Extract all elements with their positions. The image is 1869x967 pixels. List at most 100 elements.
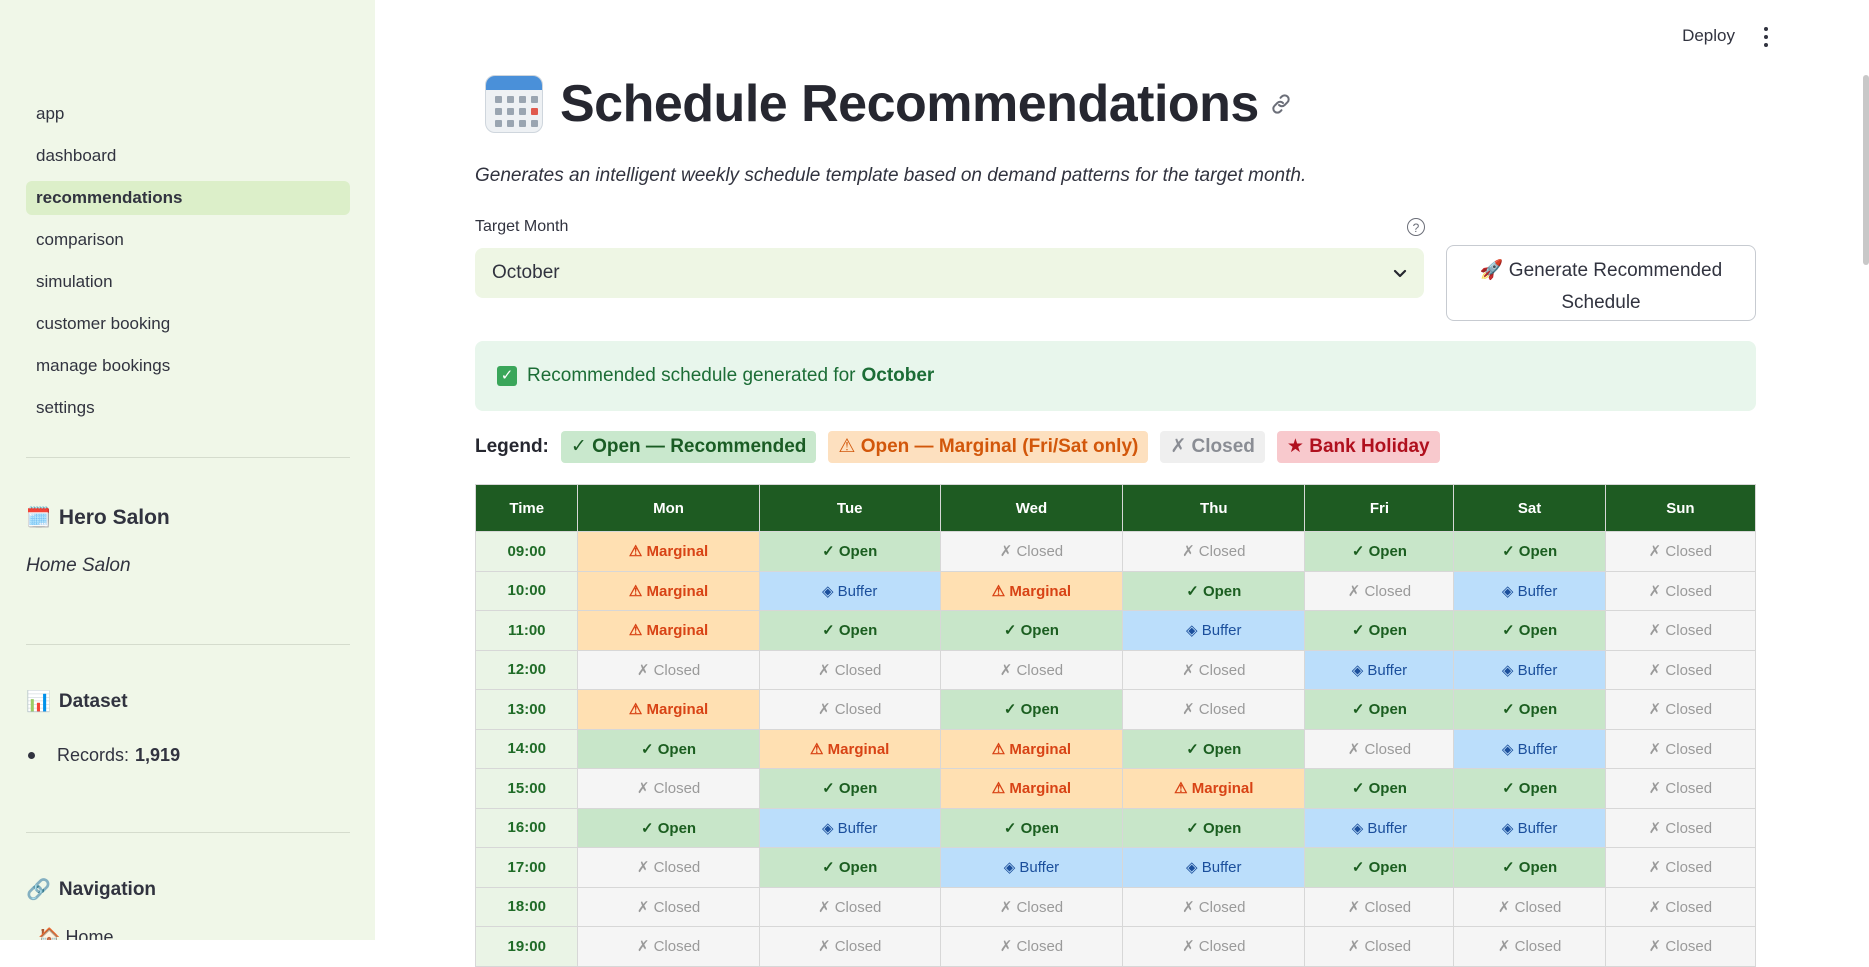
schedule-cell-marginal: ⚠ Marginal (577, 689, 760, 730)
scrollbar[interactable] (1863, 75, 1869, 265)
schedule-cell-closed: ✗ Closed (758, 649, 941, 690)
records-value: 1,919 (135, 745, 181, 765)
checkmark-icon: ✓ (497, 366, 517, 386)
schedule-cell-open: ✓ Open (1122, 728, 1306, 769)
schedule-cell-buffer: ◈ Buffer (1304, 649, 1455, 690)
schedule-cell-marginal: ⚠ Marginal (939, 570, 1124, 611)
sidebar-item-recommendations[interactable]: recommendations (26, 181, 350, 215)
home-link[interactable]: 🏠 Home (38, 927, 113, 940)
generate-schedule-button[interactable]: 🚀 Generate Recommended Schedule (1446, 245, 1756, 321)
schedule-cell-closed: ✗ Closed (1604, 689, 1757, 730)
table-row: 12:00 ✗ Closed ✗ Closed ✗ Closed ✗ Closed ◈ B… (474, 649, 1757, 690)
schedule-cell-closed: ✗ Closed (939, 531, 1124, 572)
schedule-cell-marginal: ⚠ Marginal (758, 728, 941, 769)
schedule-cell-closed: ✗ Closed (1604, 610, 1757, 651)
schedule-cell-closed: ✗ Closed (1604, 531, 1757, 572)
schedule-cell-closed: ✗ Closed (577, 649, 760, 690)
schedule-cell-closed: ✗ Closed (1122, 886, 1306, 927)
table-header-row: Time Mon Tue Wed Thu Fri Sat Sun (474, 484, 1757, 532)
column-header: Tue (758, 484, 941, 532)
page-title: Schedule Recommendations (560, 75, 1259, 133)
main-menu-icon[interactable] (1759, 24, 1773, 50)
sidebar-item-dashboard[interactable]: dashboard (26, 139, 350, 173)
legend-chip-hol: ★ Bank Holiday (1276, 431, 1440, 463)
schedule-cell-closed: ✗ Closed (1604, 926, 1757, 967)
schedule-cell-open: ✓ Open (1304, 768, 1455, 809)
time-cell: 19:00 (474, 926, 579, 967)
time-cell: 16:00 (474, 807, 579, 848)
schedule-cell-closed: ✗ Closed (1122, 926, 1306, 967)
sidebar-item-simulation[interactable]: simulation (26, 265, 350, 299)
table-row: 10:00 ⚠ Marginal ◈ Buffer ⚠ Marginal ✓ Open ✗… (474, 570, 1757, 611)
sidebar-item-customer-booking[interactable]: customer booking (26, 307, 350, 341)
column-header: Sun (1604, 484, 1757, 532)
schedule-cell-closed: ✗ Closed (1453, 926, 1606, 967)
schedule-cell-open: ✓ Open (577, 728, 760, 769)
schedule-cell-open: ✓ Open (758, 531, 941, 572)
help-icon[interactable]: ? (1407, 218, 1425, 236)
schedule-cell-open: ✓ Open (939, 807, 1124, 848)
table-row: 15:00 ✗ Closed ✓ Open ⚠ Marginal ⚠ Marginal ✓… (474, 768, 1757, 809)
sidebar-divider (26, 644, 350, 645)
table-row: 16:00 ✓ Open ◈ Buffer ✓ Open ✓ Open ◈ Buffer ◈… (474, 807, 1757, 848)
column-header: Sat (1453, 484, 1606, 532)
time-cell: 18:00 (474, 886, 579, 927)
sidebar-item-settings[interactable]: settings (26, 391, 350, 425)
schedule-cell-marginal: ⚠ Marginal (577, 531, 760, 572)
schedule-cell-buffer: ◈ Buffer (1122, 610, 1306, 651)
bar-chart-icon: 📊 (26, 691, 51, 713)
sidebar-item-manage-bookings[interactable]: manage bookings (26, 349, 350, 383)
sidebar-item-comparison[interactable]: comparison (26, 223, 350, 257)
schedule-cell-closed: ✗ Closed (577, 926, 760, 967)
page-subtitle: Generates an intelligent weekly schedule… (475, 165, 1307, 186)
deploy-button[interactable]: Deploy (1682, 26, 1735, 46)
schedule-cell-open: ✓ Open (1304, 847, 1455, 888)
sidebar: app dashboard recommendations comparison sim… (0, 0, 375, 940)
schedule-cell-open: ✓ Open (758, 847, 941, 888)
schedule-cell-closed: ✗ Closed (1453, 886, 1606, 927)
schedule-cell-closed: ✗ Closed (939, 886, 1124, 927)
time-cell: 17:00 (474, 847, 579, 888)
schedule-cell-buffer: ◈ Buffer (939, 847, 1124, 888)
schedule-cell-open: ✓ Open (939, 689, 1124, 730)
schedule-cell-marginal: ⚠ Marginal (1122, 768, 1306, 809)
target-month-select[interactable]: October (475, 248, 1424, 298)
schedule-cell-open: ✓ Open (1453, 610, 1606, 651)
records-item: Records: 1,919 (26, 745, 180, 766)
home-link-label: Home (65, 927, 114, 940)
time-cell: 10:00 (474, 570, 579, 611)
navigation-heading: 🔗 Navigation (26, 877, 156, 902)
schedule-cell-closed: ✗ Closed (577, 847, 760, 888)
column-header: Mon (577, 484, 760, 532)
success-text: Recommended schedule generated for (527, 365, 856, 386)
schedule-cell-closed: ✗ Closed (939, 926, 1124, 967)
schedule-cell-closed: ✗ Closed (758, 926, 941, 967)
time-cell: 13:00 (474, 689, 579, 730)
sidebar-item-app[interactable]: app (26, 97, 350, 131)
table-row: 19:00 ✗ Closed ✗ Closed ✗ Closed ✗ Closed ✗ C… (474, 926, 1757, 967)
schedule-cell-marginal: ⚠ Marginal (939, 728, 1124, 769)
chevron-down-icon (1393, 269, 1407, 278)
salon-subtitle: Home Salon (26, 555, 131, 576)
salon-heading: 🗓️ Hero Salon (26, 505, 170, 530)
anchor-link-icon[interactable] (1269, 92, 1293, 116)
schedule-cell-closed: ✗ Closed (1604, 570, 1757, 611)
schedule-cell-open: ✓ Open (1453, 531, 1606, 572)
records-label: Records: (57, 745, 130, 765)
schedule-cell-closed: ✗ Closed (758, 689, 941, 730)
column-header: Wed (939, 484, 1124, 532)
link-icon: 🔗 (26, 879, 51, 901)
table-row: 11:00 ⚠ Marginal ✓ Open ✓ Open ◈ Buffer ✓ Ope… (474, 610, 1757, 651)
schedule-cell-closed: ✗ Closed (1604, 886, 1757, 927)
schedule-cell-closed: ✗ Closed (1304, 886, 1455, 927)
success-alert: ✓ Recommended schedule generated for Oct… (475, 341, 1756, 411)
time-cell: 11:00 (474, 610, 579, 651)
schedule-cell-closed: ✗ Closed (577, 886, 760, 927)
legend-label: Legend: (475, 436, 549, 457)
dataset-title: Dataset (58, 690, 128, 712)
sidebar-divider (26, 457, 350, 458)
calendar-icon: 🗓️ (26, 507, 51, 529)
table-row: 13:00 ⚠ Marginal ✗ Closed ✓ Open ✗ Closed ✓ O… (474, 689, 1757, 730)
schedule-cell-closed: ✗ Closed (1604, 728, 1757, 769)
target-month-label: Target Month (475, 218, 569, 235)
